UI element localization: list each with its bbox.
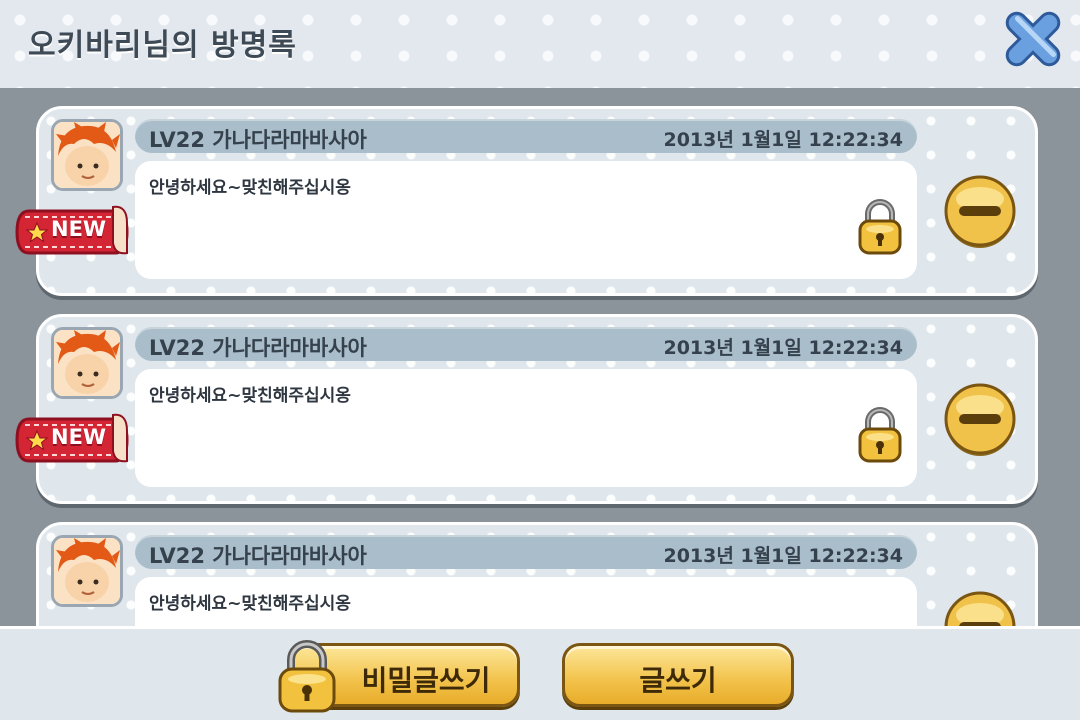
entry-message: 안녕하세요~맞친해주십시옹 [149, 386, 351, 406]
guestbook-entry: LV22 가나다라마바사아 2013년 1월1일 12:22:34 안녕하세요~… [15, 106, 1038, 296]
guestbook-entry: LV22 가나다라마바사아 2013년 1월1일 12:22:34 안녕하세요~… [15, 314, 1038, 504]
entry-author: LV22 가나다라마바사아 [149, 128, 367, 152]
write-label: 글쓰기 [639, 664, 717, 697]
lock-icon [858, 199, 902, 255]
lock-icon [278, 640, 336, 713]
lock-icon [858, 407, 902, 463]
entry-message: 안녕하세요~맞친해주십시옹 [149, 594, 351, 614]
close-x-icon[interactable] [994, 2, 1072, 76]
entry-header-bar: LV22 가나다라마바사아 2013년 1월1일 12:22:34 [135, 327, 917, 361]
header-scallop-edge [0, 70, 1080, 90]
entry-header-bar: LV22 가나다라마바사아 2013년 1월1일 12:22:34 [135, 119, 917, 153]
entry-message-box: 안녕하세요~맞친해주십시옹 [135, 161, 917, 279]
entry-date: 2013년 1월1일 12:22:34 [663, 129, 903, 151]
new-badge: NEW [15, 411, 131, 469]
entry-header-bar: LV22 가나다라마바사아 2013년 1월1일 12:22:34 [135, 535, 917, 569]
delete-entry-button[interactable] [943, 175, 1017, 249]
entry-message: 안녕하세요~맞친해주십시옹 [149, 178, 351, 198]
new-badge-label: NEW [51, 217, 107, 241]
bottom-action-bar: 비밀글쓰기 글쓰기 [0, 626, 1080, 720]
secret-write-button[interactable]: 비밀글쓰기 [278, 640, 520, 713]
user-avatar[interactable] [51, 535, 123, 607]
entry-message-box: 안녕하세요~맞친해주십시옹 [135, 369, 917, 487]
write-button[interactable]: 글쓰기 [562, 643, 794, 707]
entry-author: LV22 가나다라마바사아 [149, 336, 367, 360]
page-title: 오키바리님의 방명록 [28, 28, 297, 63]
new-badge-label: NEW [51, 425, 107, 449]
new-badge: NEW [15, 203, 131, 261]
delete-entry-button[interactable] [943, 383, 1017, 457]
entry-author: LV22 가나다라마바사아 [149, 544, 367, 568]
entry-date: 2013년 1월1일 12:22:34 [663, 545, 903, 567]
user-avatar[interactable] [51, 327, 123, 399]
user-avatar[interactable] [51, 119, 123, 191]
guestbook-list[interactable]: LV22 가나다라마바사아 2013년 1월1일 12:22:34 안녕하세요~… [0, 0, 1080, 720]
entry-date: 2013년 1월1일 12:22:34 [663, 337, 903, 359]
